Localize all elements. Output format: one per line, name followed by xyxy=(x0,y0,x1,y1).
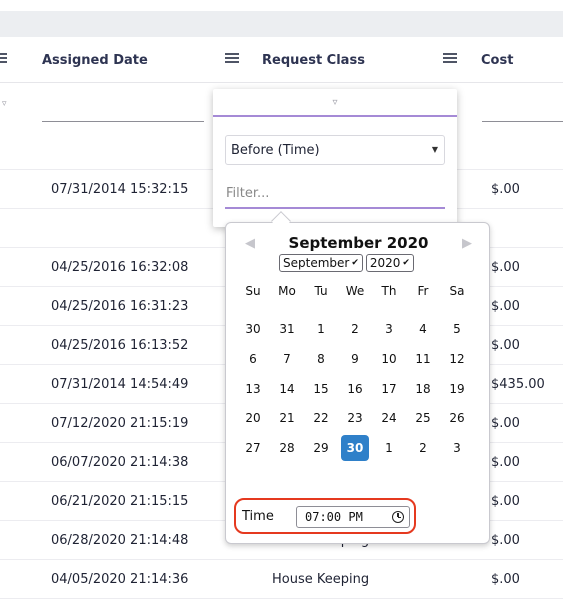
calendar-day[interactable]: 2 xyxy=(409,435,437,461)
calendar-day[interactable]: 14 xyxy=(273,376,301,402)
calendar-day[interactable]: 16 xyxy=(341,376,369,402)
cost-cell: $.00 xyxy=(491,338,520,353)
cost-cell: $.00 xyxy=(491,182,520,197)
calendar-day[interactable]: 6 xyxy=(239,346,267,372)
calendar-day[interactable]: 1 xyxy=(307,316,335,342)
datepicker: ◀ September 2020 ▶ September ✔ 2020 ✔ Su… xyxy=(225,222,490,544)
calendar-day[interactable]: 2 xyxy=(341,316,369,342)
weekday-label: Fr xyxy=(417,284,429,298)
time-input[interactable]: 07:00 PM xyxy=(296,506,410,528)
calendar-day[interactable]: 10 xyxy=(375,346,403,372)
calendar-day[interactable]: 28 xyxy=(273,435,301,461)
cost-cell: $.00 xyxy=(491,416,520,431)
calendar-day[interactable]: 17 xyxy=(375,376,403,402)
next-month-icon[interactable]: ▶ xyxy=(462,235,472,251)
weekday-label: Su xyxy=(245,284,261,298)
column-header-assigned-date[interactable]: Assigned Date xyxy=(42,37,148,83)
assigned-date-cell: 04/25/2016 16:13:52 xyxy=(51,338,189,353)
calendar-day[interactable]: 9 xyxy=(341,346,369,372)
clock-icon[interactable] xyxy=(392,511,404,523)
column-menu-icon[interactable] xyxy=(225,52,239,64)
calendar-day[interactable]: 19 xyxy=(443,376,471,402)
weekday-label: Sa xyxy=(449,284,465,298)
calendar-day[interactable]: 30 xyxy=(239,316,267,342)
weekday-label: Th xyxy=(381,284,397,298)
time-value: 07:00 PM xyxy=(305,510,363,524)
filter-value-input[interactable]: Filter... xyxy=(225,179,445,209)
cost-cell: $.00 xyxy=(491,572,520,587)
assigned-date-filter-input[interactable] xyxy=(42,121,204,122)
calendar-day[interactable]: 29 xyxy=(307,435,335,461)
assigned-date-cell: 04/25/2016 16:32:08 xyxy=(51,260,189,275)
calendar-day[interactable]: 13 xyxy=(239,376,267,402)
cost-filter-input[interactable] xyxy=(482,121,563,122)
filter-popup: ▿ Before (Time) ▼ Filter... xyxy=(213,89,457,227)
calendar-day[interactable]: 7 xyxy=(273,346,301,372)
assigned-date-cell: 04/25/2016 16:31:23 xyxy=(51,299,189,314)
filter-placeholder: Filter... xyxy=(226,185,270,201)
table-row[interactable]: 04/05/2020 21:14:36 House Keeping $.00 xyxy=(0,560,563,599)
column-menu-icon[interactable] xyxy=(0,52,7,64)
filter-tab[interactable]: ▿ xyxy=(213,89,457,117)
request-class-cell: House Keeping xyxy=(272,572,370,587)
calendar-day[interactable]: 22 xyxy=(307,405,335,431)
calendar-day[interactable]: 21 xyxy=(273,405,301,431)
cost-cell: $.00 xyxy=(491,494,520,509)
column-menu-icon[interactable] xyxy=(443,52,457,64)
calendar-day[interactable]: 25 xyxy=(409,405,437,431)
weekday-label: Mo xyxy=(278,284,296,298)
time-label: Time xyxy=(242,509,274,524)
calendar-day[interactable]: 20 xyxy=(239,405,267,431)
assigned-date-cell: 06/28/2020 21:14:48 xyxy=(51,533,189,548)
month-select[interactable]: September ✔ xyxy=(279,254,363,272)
year-select[interactable]: 2020 ✔ xyxy=(365,254,414,272)
calendar-day[interactable]: 31 xyxy=(273,316,301,342)
datepicker-title: September 2020 xyxy=(288,234,429,252)
filter-operator-value: Before (Time) xyxy=(231,142,320,158)
calendar-day[interactable]: 27 xyxy=(239,435,267,461)
filter-operator-select[interactable]: Before (Time) ▼ xyxy=(225,135,445,165)
filter-icon[interactable]: ▿ xyxy=(2,98,7,109)
assigned-date-cell: 04/05/2020 21:14:36 xyxy=(51,572,189,587)
cost-cell: $.00 xyxy=(491,455,520,470)
cost-cell: $.00 xyxy=(491,533,520,548)
calendar-day[interactable]: 8 xyxy=(307,346,335,372)
calendar-day[interactable]: 15 xyxy=(307,376,335,402)
assigned-date-cell: 06/21/2020 21:15:15 xyxy=(51,494,189,509)
calendar-day-selected[interactable]: 30 xyxy=(341,435,369,461)
calendar-day[interactable]: 12 xyxy=(443,346,471,372)
calendar-day[interactable]: 3 xyxy=(443,435,471,461)
cost-cell: $.00 xyxy=(491,299,520,314)
assigned-date-cell: 07/12/2020 21:15:19 xyxy=(51,416,189,431)
caret-down-icon: ▼ xyxy=(431,145,438,154)
year-select-value: 2020 xyxy=(369,256,401,270)
toolbar-strip xyxy=(0,11,563,37)
calendar-day[interactable]: 26 xyxy=(443,405,471,431)
calendar-day[interactable]: 5 xyxy=(443,316,471,342)
calendar-day[interactable]: 18 xyxy=(409,376,437,402)
calendar-day[interactable]: 11 xyxy=(409,346,437,372)
column-header-request-class[interactable]: Request Class xyxy=(262,37,365,83)
weekday-label: Tu xyxy=(314,284,328,298)
cost-cell: $.00 xyxy=(491,260,520,275)
calendar-day[interactable]: 4 xyxy=(409,316,437,342)
cost-cell: $435.00 xyxy=(491,377,545,392)
calendar-day[interactable]: 24 xyxy=(375,405,403,431)
assigned-date-cell: 06/07/2020 21:14:38 xyxy=(51,455,189,470)
weekday-label: We xyxy=(345,284,365,298)
assigned-date-cell: 07/31/2014 15:32:15 xyxy=(51,182,189,197)
chevron-down-icon: ✔ xyxy=(351,258,359,268)
column-header-cost[interactable]: Cost xyxy=(481,37,513,83)
grid-header: Assigned Date Request Class Cost xyxy=(0,37,563,83)
assigned-date-cell: 07/31/2014 14:54:49 xyxy=(51,377,189,392)
filter-icon: ▿ xyxy=(332,96,338,108)
calendar-day[interactable]: 23 xyxy=(341,405,369,431)
time-row: Time 07:00 PM xyxy=(234,498,416,534)
calendar-day[interactable]: 3 xyxy=(375,316,403,342)
chevron-down-icon: ✔ xyxy=(402,258,410,268)
month-select-value: September xyxy=(283,256,350,270)
calendar-day[interactable]: 1 xyxy=(375,435,403,461)
